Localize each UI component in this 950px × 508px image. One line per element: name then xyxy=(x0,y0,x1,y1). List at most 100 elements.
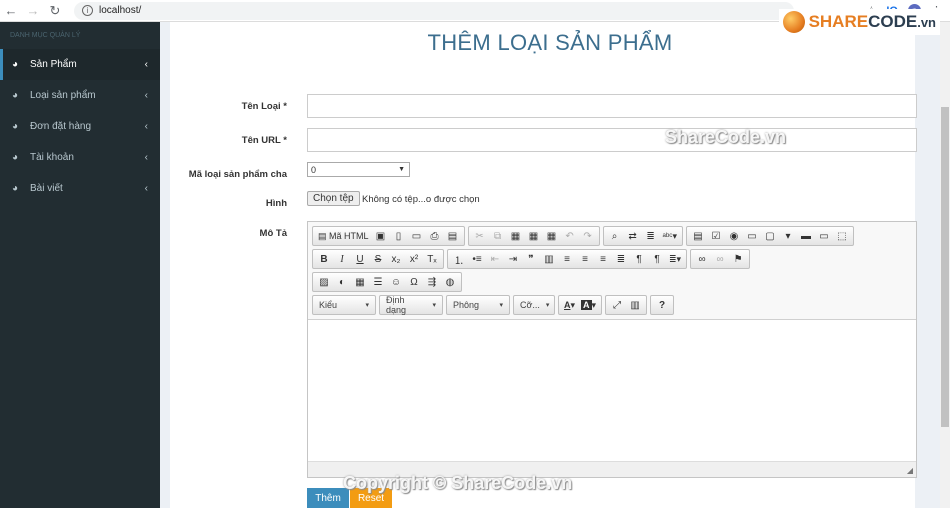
rtl-icon[interactable]: ¶ xyxy=(648,250,666,268)
indent-icon[interactable]: ⇥ xyxy=(504,250,522,268)
sidebar-item-label: Bài viết xyxy=(30,183,63,194)
find-icon[interactable]: ⌕ xyxy=(606,227,624,245)
hidden-field-icon[interactable]: ⬚ xyxy=(833,227,851,245)
page-scrollbar[interactable] xyxy=(940,22,950,508)
font-combo[interactable]: Phông ▾ xyxy=(446,295,510,315)
page-break-icon[interactable]: ⇶ xyxy=(423,273,441,291)
forward-icon[interactable]: → xyxy=(22,0,44,22)
select-field-icon[interactable]: ▾ xyxy=(779,227,797,245)
watermark-center: ShareCode.vn xyxy=(665,127,787,147)
sidebar-item-san-pham[interactable]: ◕ Sản Phẩm ‹ xyxy=(0,49,160,80)
image-button-icon[interactable]: ▭ xyxy=(815,227,833,245)
templates-icon[interactable]: ▤ xyxy=(444,227,462,245)
address-bar[interactable]: i localhost/ xyxy=(74,1,794,20)
flash-icon[interactable]: ◐ xyxy=(333,273,351,291)
remove-format-icon[interactable]: Tₓ xyxy=(423,250,441,268)
sidebar-item-don-dat-hang[interactable]: ◕ Đơn đặt hàng ‹ xyxy=(0,111,160,142)
align-center-icon[interactable]: ≡ xyxy=(576,250,594,268)
language-icon[interactable]: ≣▾ xyxy=(666,250,684,268)
info-icon[interactable]: i xyxy=(82,5,93,16)
sidebar: DANH MỤC QUẢN LÝ ◕ Sản Phẩm ‹ ◕ Loại sản… xyxy=(0,22,160,508)
print-icon[interactable]: ⎙ xyxy=(426,227,444,245)
scrollbar-thumb[interactable] xyxy=(941,107,949,427)
paste-icon[interactable]: ▦ xyxy=(507,227,525,245)
anchor-icon[interactable]: ⚑ xyxy=(729,250,747,268)
subscript-icon[interactable]: x₂ xyxy=(387,250,405,268)
radio-icon[interactable]: ◉ xyxy=(725,227,743,245)
outdent-icon[interactable]: ⇤ xyxy=(486,250,504,268)
underline-icon[interactable]: U xyxy=(351,250,369,268)
sidebar-item-label: Tài khoản xyxy=(30,152,74,163)
redo-icon[interactable]: ↷ xyxy=(579,227,597,245)
back-icon[interactable]: ← xyxy=(0,0,22,22)
chevron-left-icon: ‹ xyxy=(144,59,148,70)
new-page-icon[interactable]: ▯ xyxy=(390,227,408,245)
iframe-icon[interactable]: ◍ xyxy=(441,273,459,291)
sidebar-header: DANH MỤC QUẢN LÝ xyxy=(10,32,81,39)
sidebar-item-loai-san-pham[interactable]: ◕ Loại sản phẩm ‹ xyxy=(0,80,160,111)
align-right-icon[interactable]: ≡ xyxy=(594,250,612,268)
bg-color-icon[interactable]: A ▾ xyxy=(578,296,599,314)
select-all-icon[interactable]: ≣ xyxy=(642,227,660,245)
spellcheck-icon[interactable]: ᵃᵇᶜ▾ xyxy=(660,227,680,245)
sidebar-item-label: Loại sản phẩm xyxy=(30,90,96,101)
bold-icon[interactable]: B xyxy=(315,250,333,268)
unlink-icon[interactable]: ∞ xyxy=(711,250,729,268)
paste-word-icon[interactable]: ▦ xyxy=(543,227,561,245)
text-color-icon[interactable]: A ▾ xyxy=(561,296,578,314)
url-input[interactable] xyxy=(307,128,917,152)
table-icon[interactable]: ▦ xyxy=(351,273,369,291)
bulleted-list-icon[interactable]: •≡ xyxy=(468,250,486,268)
name-label: Tên Loại * xyxy=(241,101,287,112)
superscript-icon[interactable]: x² xyxy=(405,250,423,268)
style-combo-label: Kiểu xyxy=(319,300,338,310)
logo-text-suffix: .vn xyxy=(917,14,936,30)
align-left-icon[interactable]: ≡ xyxy=(558,250,576,268)
size-combo-label: Cỡ... xyxy=(520,300,540,310)
div-icon[interactable]: ▥ xyxy=(540,250,558,268)
numbered-list-icon[interactable]: ⒈ xyxy=(450,250,468,268)
source-button[interactable]: ▤ Mã HTML xyxy=(315,227,372,245)
strike-icon[interactable]: S xyxy=(369,250,387,268)
size-combo[interactable]: Cỡ... ▾ xyxy=(513,295,555,315)
resize-handle-icon[interactable]: ◢ xyxy=(907,466,913,475)
textarea-icon[interactable]: ▢ xyxy=(761,227,779,245)
special-char-icon[interactable]: Ω xyxy=(405,273,423,291)
link-icon[interactable]: ∞ xyxy=(693,250,711,268)
image-icon[interactable]: ▨ xyxy=(315,273,333,291)
blockquote-icon[interactable]: ❞ xyxy=(522,250,540,268)
undo-icon[interactable]: ↶ xyxy=(561,227,579,245)
replace-icon[interactable]: ⇄ xyxy=(624,227,642,245)
textfield-icon[interactable]: ▭ xyxy=(743,227,761,245)
choose-file-button[interactable]: Chọn tệp xyxy=(307,191,360,206)
dropdown-arrow-icon: ▾ xyxy=(545,302,550,309)
help-icon[interactable]: ? xyxy=(653,296,671,314)
save-icon[interactable]: ▣ xyxy=(372,227,390,245)
smiley-icon[interactable]: ☺ xyxy=(387,273,405,291)
preview-icon[interactable]: ▭ xyxy=(408,227,426,245)
url-text: localhost/ xyxy=(99,5,142,16)
sidebar-item-label: Đơn đặt hàng xyxy=(30,121,92,132)
editor-content-area[interactable] xyxy=(308,319,916,462)
show-blocks-icon[interactable]: ▥ xyxy=(626,296,644,314)
format-combo[interactable]: Định dạng ▾ xyxy=(379,295,443,315)
name-input[interactable] xyxy=(307,94,917,118)
ltr-icon[interactable]: ¶ xyxy=(630,250,648,268)
form-icon[interactable]: ▤ xyxy=(689,227,707,245)
reload-icon[interactable]: ↻ xyxy=(44,0,66,22)
paste-text-icon[interactable]: ▦ xyxy=(525,227,543,245)
sidebar-item-tai-khoan[interactable]: ◕ Tài khoản ‹ xyxy=(0,142,160,173)
copy-icon[interactable]: ⧉ xyxy=(489,227,507,245)
sidebar-item-bai-viet[interactable]: ◕ Bài viết ‹ xyxy=(0,173,160,204)
parent-select[interactable]: 0 ▼ xyxy=(307,162,410,177)
horizontal-rule-icon[interactable]: ☰ xyxy=(369,273,387,291)
italic-icon[interactable]: I xyxy=(333,250,351,268)
button-field-icon[interactable]: ▬ xyxy=(797,227,815,245)
checkbox-icon[interactable]: ☑ xyxy=(707,227,725,245)
maximize-icon[interactable]: ⤢ xyxy=(608,296,626,314)
cut-icon[interactable]: ✂ xyxy=(471,227,489,245)
image-label: Hình xyxy=(265,198,287,209)
style-combo[interactable]: Kiểu ▾ xyxy=(312,295,376,315)
justify-icon[interactable]: ≣ xyxy=(612,250,630,268)
logo-text-code: CODE xyxy=(868,12,918,31)
